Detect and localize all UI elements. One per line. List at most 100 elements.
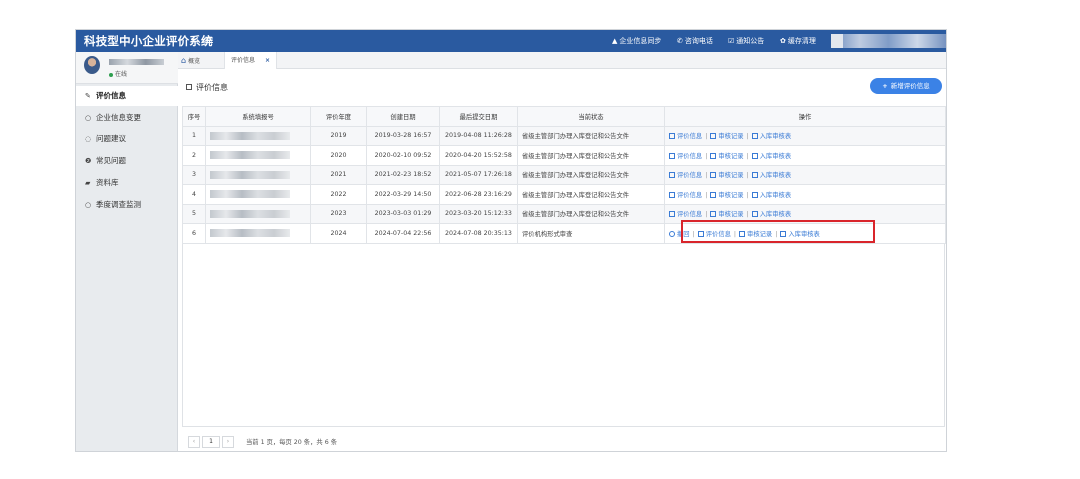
sidebar-item-label: 季度调查监测 — [96, 200, 141, 209]
cell-actions: 评价信息 | 审核记录 | 入库审核表 — [664, 145, 946, 166]
col-header-no: 序号 — [182, 106, 206, 127]
user-icon: ▲ — [612, 37, 618, 45]
cell-submitted: 2024-07-08 20:35:13 — [439, 223, 518, 244]
notices-link[interactable]: ☑ 通知公告 — [728, 36, 764, 46]
view-evaluation-link[interactable]: 评价信息 — [669, 211, 702, 218]
sidebar-item-quarterly-survey[interactable]: ○ 季度调查监测 — [76, 195, 178, 215]
col-header-status: 当前状态 — [517, 106, 665, 127]
separator: | — [705, 133, 708, 141]
form-icon — [751, 211, 758, 218]
annotation-highlight-box — [681, 220, 875, 243]
cell-submitted: 2020-04-20 15:52:58 — [439, 145, 518, 166]
phone-icon: ✆ — [677, 37, 683, 45]
cell-created: 2024-07-04 22:56 — [366, 223, 440, 244]
cell-year: 2021 — [310, 164, 367, 185]
cell-actions: 评价信息 | 审核记录 | 入库审核表 — [664, 164, 946, 185]
view-evaluation-link[interactable]: 评价信息 — [669, 133, 702, 140]
view-evaluation-link[interactable]: 评价信息 — [669, 191, 703, 199]
action-label: 审核记录 — [718, 172, 744, 180]
cell-year: 2020 — [310, 145, 367, 166]
sidebar-item-faq[interactable]: ❷ 常见问题 — [76, 151, 178, 171]
system-no-redacted — [210, 131, 290, 140]
clear-cache-link[interactable]: ✿ 缓存清理 — [780, 36, 816, 46]
cell-actions: 评价信息 | 审核记录 | 入库审核表 — [664, 184, 946, 205]
sidebar-item-evaluation[interactable]: ✎ 评价信息 — [76, 86, 178, 106]
storage-form-link[interactable]: 入库审核表 — [751, 133, 791, 140]
doc-icon — [669, 152, 675, 159]
cell-created: 2021-02-23 18:52 — [366, 164, 440, 185]
notice-icon: ☑ — [728, 37, 735, 45]
view-evaluation-link[interactable]: 评价信息 — [669, 172, 702, 179]
separator: | — [746, 211, 749, 219]
storage-form-link[interactable]: 入库审核表 — [751, 191, 791, 199]
undo-icon — [669, 230, 675, 237]
cell-system-no — [205, 164, 311, 185]
system-no-redacted — [210, 170, 290, 179]
audit-record-link[interactable]: 审核记录 — [710, 172, 744, 180]
storage-form-link[interactable]: 入库审核表 — [751, 211, 791, 218]
circle-icon: ○ — [85, 114, 92, 122]
top-bar: 科技型中小企业评价系统 ≡ ▲ 企业信息同步 ✆ 咨询电话 ☑ 通知公告 ✿ 缓存清理 — [76, 30, 946, 52]
sidebar-item-company-change[interactable]: ○ 企业信息变更 — [76, 108, 178, 128]
storage-form-link[interactable]: 入库审核表 — [751, 152, 791, 160]
audit-record-link[interactable]: 审核记录 — [710, 133, 744, 140]
sidebar-item-label: 评价信息 — [96, 91, 126, 100]
view-evaluation-link[interactable]: 评价信息 — [669, 152, 702, 160]
sidebar: 在线 ✎ 评价信息 ○ 企业信息变更 ◌ 问题建议 ❷ 常见问题 ▰ 资料库 ○ 季度调查监… — [76, 52, 178, 451]
action-label: 入库审核表 — [759, 172, 792, 180]
tab-evaluation-label: 评价信息 — [231, 57, 256, 64]
list-icon — [710, 152, 717, 159]
sidebar-item-library[interactable]: ▰ 资料库 — [76, 173, 178, 193]
audit-record-link[interactable]: 审核记录 — [710, 211, 744, 218]
list-icon — [710, 133, 717, 140]
audit-record-link[interactable]: 审核记录 — [710, 191, 744, 199]
list-icon — [710, 211, 717, 218]
cell-year: 2022 — [310, 184, 367, 205]
pagination: ‹ 1 › 当前 1 页，每页 20 条，共 6 条 — [182, 434, 945, 450]
cell-status: 评价机构形式审查 — [517, 223, 665, 244]
audit-record-link[interactable]: 审核记录 — [710, 152, 744, 160]
table-row: 1 2019 2019-03-28 16:57 2019-04-08 11:26… — [182, 125, 946, 146]
cell-status: 省级主管部门办理入库登记和公告文件 — [517, 145, 665, 166]
sidebar-item-label: 企业信息变更 — [96, 113, 141, 122]
cell-system-no — [205, 125, 311, 146]
separator: | — [746, 172, 749, 180]
sync-company-link[interactable]: ▲ 企业信息同步 — [612, 36, 661, 46]
separator: | — [746, 152, 749, 160]
cell-created: 2019-03-28 16:57 — [366, 125, 440, 146]
action-label: 评价信息 — [677, 191, 703, 199]
page-1-button[interactable]: 1 — [202, 436, 220, 448]
gear-icon: ✿ — [780, 37, 786, 45]
next-page-button[interactable]: › — [222, 436, 234, 448]
hotline-link[interactable]: ✆ 咨询电话 — [677, 36, 713, 46]
page-title: 评价信息 — [186, 82, 228, 93]
cell-no: 2 — [182, 145, 206, 166]
tab-evaluation[interactable]: 评价信息 × — [224, 52, 278, 69]
add-evaluation-button[interactable]: + 新增评价信息 — [870, 78, 942, 94]
menu-toggle-icon[interactable]: ≡ — [204, 33, 214, 47]
separator: | — [705, 152, 708, 160]
system-no-redacted — [210, 151, 290, 160]
sidebar-item-suggestions[interactable]: ◌ 问题建议 — [76, 129, 178, 149]
col-header-year: 评价年度 — [310, 106, 367, 127]
main-content: 评价信息 + 新增评价信息 序号 系统填报号 评价年度 创建日期 最后提交日期 当… — [178, 70, 946, 451]
form-icon — [751, 133, 758, 140]
close-icon[interactable]: × — [265, 57, 270, 64]
cell-status: 省级主管部门办理入库登记和公告文件 — [517, 125, 665, 146]
prev-page-button[interactable]: ‹ — [188, 436, 200, 448]
online-status-label: 在线 — [115, 71, 128, 78]
tab-overview[interactable]: ⌂ 概览 — [181, 52, 200, 69]
online-status: 在线 — [109, 69, 127, 78]
cell-system-no — [205, 223, 311, 244]
circle-icon: ○ — [85, 201, 92, 209]
separator: | — [746, 191, 749, 199]
storage-form-link[interactable]: 入库审核表 — [751, 172, 792, 180]
avatar — [84, 56, 100, 74]
tab-overview-label: 概览 — [188, 58, 201, 65]
cell-created: 2020-02-10 09:52 — [366, 145, 440, 166]
cell-year: 2019 — [310, 125, 367, 146]
square-icon — [186, 84, 192, 90]
separator: | — [705, 191, 708, 199]
user-info-redacted[interactable] — [831, 34, 946, 48]
system-no-redacted — [210, 190, 290, 199]
